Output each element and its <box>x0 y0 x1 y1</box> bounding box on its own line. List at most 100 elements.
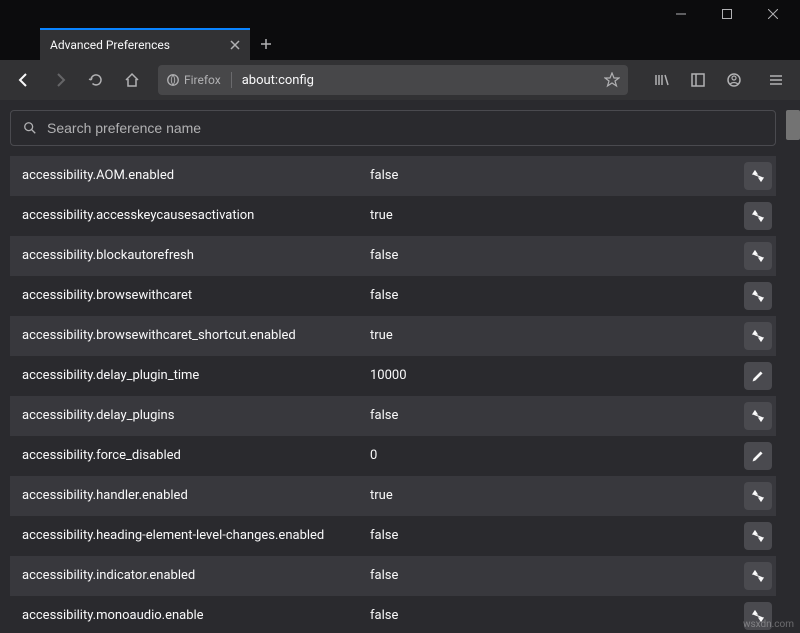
bookmark-star-icon[interactable] <box>604 72 620 88</box>
pencil-icon <box>751 449 765 463</box>
pref-value: false <box>360 607 740 625</box>
toggle-button[interactable] <box>744 402 772 430</box>
edit-button[interactable] <box>744 362 772 390</box>
pref-name: accessibility.monoaudio.enable <box>10 607 360 625</box>
pref-value: false <box>360 287 740 305</box>
watermark: wsxdn.com <box>743 619 794 630</box>
pref-value: true <box>360 207 740 225</box>
navigation-toolbar: Firefox about:config <box>0 60 800 100</box>
pref-name: accessibility.browsewithcaret_shortcut.e… <box>10 327 360 345</box>
pref-row: accessibility.AOM.enabledfalse <box>10 156 776 196</box>
identity-box[interactable]: Firefox <box>166 73 221 87</box>
toggle-icon <box>750 208 766 224</box>
toggle-button[interactable] <box>744 282 772 310</box>
search-input[interactable] <box>47 120 763 136</box>
tab-advanced-preferences[interactable]: Advanced Preferences <box>40 28 250 60</box>
pencil-icon <box>751 369 765 383</box>
toggle-button[interactable] <box>744 482 772 510</box>
pref-row: accessibility.force_disabled0 <box>10 436 776 476</box>
app-menu-button[interactable] <box>760 64 792 96</box>
pref-name: accessibility.indicator.enabled <box>10 567 360 585</box>
scrollbar-thumb[interactable] <box>786 110 800 140</box>
pref-value: false <box>360 527 740 545</box>
search-box[interactable] <box>10 110 776 146</box>
pref-action <box>740 202 776 230</box>
pref-row: accessibility.delay_pluginsfalse <box>10 396 776 436</box>
toggle-button[interactable] <box>744 202 772 230</box>
pref-action <box>740 362 776 390</box>
close-tab-button[interactable] <box>230 40 240 50</box>
pref-value: true <box>360 327 740 345</box>
pref-row: accessibility.delay_plugin_time10000 <box>10 356 776 396</box>
pref-value: false <box>360 567 740 585</box>
toggle-button[interactable] <box>744 522 772 550</box>
forward-button <box>44 64 76 96</box>
toggle-button[interactable] <box>744 162 772 190</box>
new-tab-button[interactable] <box>250 28 282 60</box>
pref-action <box>740 162 776 190</box>
pref-action <box>740 322 776 350</box>
pref-value: false <box>360 167 740 185</box>
toggle-icon <box>750 168 766 184</box>
tab-title: Advanced Preferences <box>50 38 220 52</box>
toggle-icon <box>750 528 766 544</box>
toggle-icon <box>750 488 766 504</box>
toggle-icon <box>750 568 766 584</box>
toggle-icon <box>750 408 766 424</box>
edit-button[interactable] <box>744 442 772 470</box>
pref-action <box>740 282 776 310</box>
search-icon <box>23 121 37 135</box>
pref-name: accessibility.blockautorefresh <box>10 247 360 265</box>
url-bar[interactable]: Firefox about:config <box>158 65 628 95</box>
pref-value: false <box>360 407 740 425</box>
pref-name: accessibility.delay_plugins <box>10 407 360 425</box>
pref-name: accessibility.browsewithcaret <box>10 287 360 305</box>
toggle-icon <box>750 288 766 304</box>
content-area: accessibility.AOM.enabledfalseaccessibil… <box>0 100 800 633</box>
window-controls <box>0 0 800 28</box>
pref-name: accessibility.AOM.enabled <box>10 167 360 185</box>
pref-row: accessibility.accesskeycausesactivationt… <box>10 196 776 236</box>
pref-action <box>740 442 776 470</box>
pref-row: accessibility.blockautorefreshfalse <box>10 236 776 276</box>
pref-action <box>740 562 776 590</box>
sidebar-button[interactable] <box>682 64 714 96</box>
pref-table: accessibility.AOM.enabledfalseaccessibil… <box>10 156 776 633</box>
identity-label: Firefox <box>184 73 221 87</box>
close-window-button[interactable] <box>750 0 796 28</box>
maximize-button[interactable] <box>704 0 750 28</box>
tab-bar: Advanced Preferences <box>0 28 800 60</box>
pref-value: true <box>360 487 740 505</box>
pref-row: accessibility.indicator.enabledfalse <box>10 556 776 596</box>
reload-button[interactable] <box>80 64 112 96</box>
toggle-button[interactable] <box>744 562 772 590</box>
about-config-main: accessibility.AOM.enabledfalseaccessibil… <box>0 100 786 633</box>
pref-value: false <box>360 247 740 265</box>
pref-row: accessibility.heading-element-level-chan… <box>10 516 776 556</box>
toggle-button[interactable] <box>744 242 772 270</box>
pref-name: accessibility.force_disabled <box>10 447 360 465</box>
scrollbar-track[interactable] <box>786 100 800 633</box>
account-button[interactable] <box>718 64 750 96</box>
minimize-button[interactable] <box>658 0 704 28</box>
pref-name: accessibility.delay_plugin_time <box>10 367 360 385</box>
toggle-button[interactable] <box>744 322 772 350</box>
pref-action <box>740 482 776 510</box>
pref-action <box>740 522 776 550</box>
pref-value: 10000 <box>360 367 740 385</box>
pref-row: accessibility.monoaudio.enablefalse <box>10 596 776 633</box>
pref-name: accessibility.heading-element-level-chan… <box>10 527 360 545</box>
url-text[interactable]: about:config <box>242 73 598 88</box>
home-button[interactable] <box>116 64 148 96</box>
pref-value: 0 <box>360 447 740 465</box>
pref-name: accessibility.handler.enabled <box>10 487 360 505</box>
toggle-icon <box>750 248 766 264</box>
pref-name: accessibility.accesskeycausesactivation <box>10 207 360 225</box>
toggle-icon <box>750 328 766 344</box>
identity-separator <box>231 72 232 88</box>
pref-action <box>740 242 776 270</box>
pref-row: accessibility.browsewithcaretfalse <box>10 276 776 316</box>
library-button[interactable] <box>646 64 678 96</box>
back-button[interactable] <box>8 64 40 96</box>
firefox-icon <box>166 73 180 87</box>
